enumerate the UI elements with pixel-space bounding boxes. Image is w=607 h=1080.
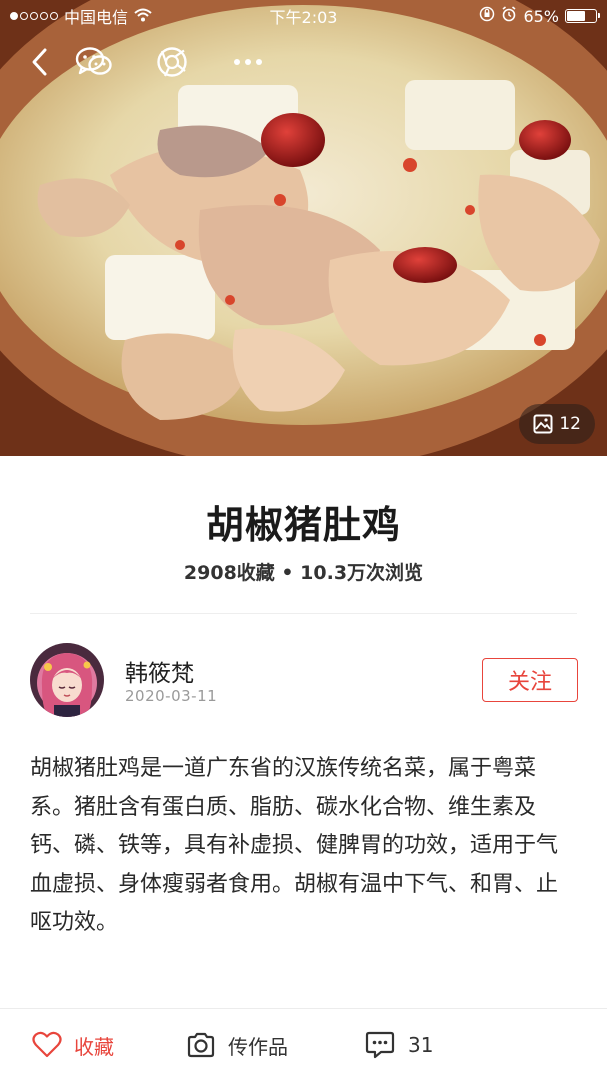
avatar-image [30, 643, 104, 717]
alarm-icon [501, 6, 517, 26]
status-left: 中国电信 [10, 4, 152, 28]
publish-date: 2020-03-11 [125, 687, 218, 705]
favorite-label: 收藏 [74, 1034, 114, 1059]
author-name[interactable]: 韩筱梵 [125, 654, 194, 688]
battery-level [567, 11, 585, 21]
recipe-title: 胡椒猪肚鸡 [205, 503, 401, 547]
status-bar: 中国电信 下午2:03 65% [0, 0, 607, 32]
top-nav [0, 36, 607, 88]
signal-dot [20, 12, 28, 20]
camera-icon [187, 1032, 215, 1058]
orientation-lock-icon [479, 6, 495, 26]
recipe-description: 胡椒猪肚鸡是一道广东省的汉族传统名菜，属于粤菜系。猪肚含有蛋白质、脂肪、碳水化合… [30, 756, 559, 935]
battery-percent: 65% [523, 6, 559, 26]
signal-strength-icon [10, 12, 58, 20]
divider [30, 613, 577, 614]
signal-dot [40, 12, 48, 20]
favorite-button[interactable]: 收藏 [32, 1009, 114, 1080]
share-wechat-button[interactable] [72, 40, 116, 84]
moments-icon [157, 47, 187, 77]
bottom-action-bar: 收藏 传作品 31 [0, 1008, 607, 1080]
more-icon [234, 59, 262, 65]
recipe-cover-image[interactable]: 中国电信 下午2:03 65% 12 [0, 0, 607, 456]
heart-icon [32, 1031, 62, 1058]
upload-work-label: 传作品 [228, 1034, 288, 1059]
follow-button[interactable]: 关注 [482, 658, 578, 702]
wechat-icon [75, 47, 112, 75]
clock-label: 下午2:03 [269, 8, 338, 27]
recipe-stats: 2908收藏 • 10.3万次浏览 [183, 562, 424, 584]
carrier-label: 中国电信 [64, 8, 129, 27]
wifi-icon [134, 7, 152, 26]
comment-count: 31 [408, 1033, 434, 1057]
status-right: 65% [479, 6, 600, 26]
share-moments-button[interactable] [150, 40, 194, 84]
photo-count-value: 12 [559, 414, 581, 434]
more-button[interactable] [226, 40, 270, 84]
photo-count-badge[interactable]: 12 [519, 404, 595, 444]
upload-work-button[interactable]: 传作品 [186, 1009, 288, 1080]
signal-dot [10, 12, 18, 20]
comment-button[interactable]: 31 [364, 1009, 433, 1080]
back-button[interactable] [18, 40, 62, 84]
gallery-icon [533, 414, 553, 434]
battery-icon [565, 9, 600, 23]
comment-icon [365, 1031, 395, 1059]
author-avatar[interactable] [30, 643, 104, 717]
back-icon [32, 48, 47, 76]
signal-dot [50, 12, 58, 20]
signal-dot [30, 12, 38, 20]
